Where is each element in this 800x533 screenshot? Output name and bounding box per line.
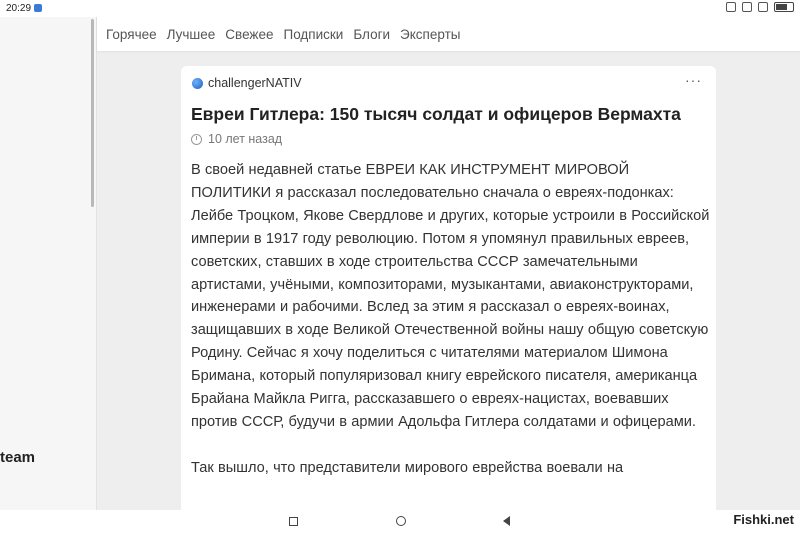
- clock-icon: [191, 133, 202, 145]
- article-title: Евреи Гитлера: 150 тысяч солдат и офицер…: [191, 104, 681, 124]
- nav-blogs[interactable]: Блоги: [353, 27, 390, 42]
- battery-icon: [774, 2, 794, 12]
- left-sidebar: team: [0, 17, 97, 510]
- article-body: В своей недавней статье ЕВРЕИ КАК ИНСТРУ…: [191, 159, 711, 480]
- author[interactable]: challengerNATIV: [192, 76, 302, 90]
- more-options-icon[interactable]: ···: [685, 72, 702, 88]
- back-icon[interactable]: [503, 516, 510, 526]
- home-icon[interactable]: [396, 516, 406, 526]
- system-nav-bar: [0, 510, 800, 533]
- nav-experts[interactable]: Эксперты: [400, 27, 460, 42]
- bluetooth-icon: [742, 2, 752, 12]
- nav-fresh[interactable]: Свежее: [225, 27, 273, 42]
- status-icons: [726, 2, 794, 12]
- nav-hot[interactable]: Горячее: [106, 27, 157, 42]
- article-meta: 10 лет назад: [191, 132, 282, 146]
- wifi-icon: [758, 2, 768, 12]
- status-bar: 20:29: [0, 0, 800, 17]
- status-time: 20:29: [6, 3, 32, 14]
- sidebar-partial-label: team: [0, 449, 36, 466]
- top-nav: Горячее Лучшее Свежее Подписки Блоги Экс…: [97, 17, 800, 51]
- article-paragraph: В своей недавней статье ЕВРЕИ КАК ИНСТРУ…: [191, 162, 710, 430]
- article-card: challengerNATIV ··· Евреи Гитлера: 150 т…: [181, 66, 716, 526]
- author-avatar[interactable]: [192, 77, 203, 89]
- app-notification-icon: [34, 4, 42, 12]
- nav-subscriptions[interactable]: Подписки: [283, 27, 343, 42]
- article-time: 10 лет назад: [208, 132, 283, 146]
- screenshot-icon: [726, 2, 736, 12]
- author-name[interactable]: challengerNATIV: [208, 76, 302, 90]
- sidebar-scrollbar[interactable]: [91, 19, 94, 207]
- nav-best[interactable]: Лучшее: [167, 27, 216, 42]
- article-paragraph: Так вышло, что представители мирового ев…: [191, 459, 624, 476]
- watermark: Fishki.net: [733, 512, 794, 527]
- recent-apps-icon[interactable]: [289, 517, 298, 526]
